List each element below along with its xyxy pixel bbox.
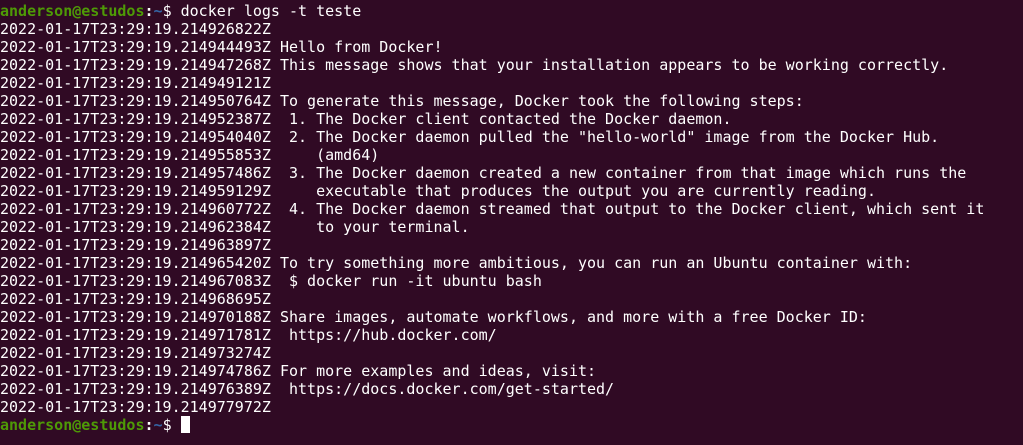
log-line: 2022-01-17T23:29:19.214965420Z To try so… (0, 254, 913, 272)
log-line: 2022-01-17T23:29:19.214976389Z https://d… (0, 380, 615, 398)
prompt-separator: : (144, 416, 154, 434)
log-line: 2022-01-17T23:29:19.214957486Z 3. The Do… (0, 164, 967, 182)
command-line: anderson@estudos:~$ docker logs -t teste (0, 2, 1023, 20)
prompt-path: ~ (153, 2, 163, 20)
log-line: 2022-01-17T23:29:19.214952387Z 1. The Do… (0, 110, 732, 128)
active-prompt-line[interactable]: anderson@estudos:~$ (0, 416, 1023, 434)
prompt-user-host: anderson@estudos (0, 2, 145, 20)
text-cursor (180, 416, 190, 433)
log-line: 2022-01-17T23:29:19.214968695Z (0, 290, 271, 308)
prompt-symbol: $ (162, 2, 181, 20)
log-line: 2022-01-17T23:29:19.214967083Z $ docker … (0, 272, 542, 290)
log-line: 2022-01-17T23:29:19.214962384Z to your t… (0, 218, 470, 236)
log-line: 2022-01-17T23:29:19.214926822Z (0, 20, 271, 38)
log-line: 2022-01-17T23:29:19.214947268Z This mess… (0, 56, 949, 74)
prompt-path: ~ (153, 416, 163, 434)
prompt-separator: : (144, 2, 154, 20)
log-line: 2022-01-17T23:29:19.214960772Z 4. The Do… (0, 200, 985, 218)
log-line: 2022-01-17T23:29:19.214977972Z (0, 398, 271, 416)
log-line: 2022-01-17T23:29:19.214974786Z For more … (0, 362, 597, 380)
log-line: 2022-01-17T23:29:19.214949121Z (0, 74, 271, 92)
terminal-window[interactable]: anderson@estudos:~$ docker logs -t teste… (0, 0, 1023, 445)
log-line: 2022-01-17T23:29:19.214970188Z Share ima… (0, 308, 867, 326)
log-line: 2022-01-17T23:29:19.214944493Z Hello fro… (0, 38, 443, 56)
log-line: 2022-01-17T23:29:19.214954040Z 2. The Do… (0, 128, 940, 146)
command-text: docker logs -t teste (180, 2, 362, 20)
log-line: 2022-01-17T23:29:19.214973274Z (0, 344, 271, 362)
prompt-symbol: $ (162, 416, 181, 434)
log-line: 2022-01-17T23:29:19.214963897Z (0, 236, 271, 254)
prompt-user-host: anderson@estudos (0, 416, 145, 434)
log-line: 2022-01-17T23:29:19.214950764Z To genera… (0, 92, 804, 110)
log-line: 2022-01-17T23:29:19.214959129Z executabl… (0, 182, 876, 200)
log-line: 2022-01-17T23:29:19.214971781Z https://h… (0, 326, 497, 344)
log-line: 2022-01-17T23:29:19.214955853Z (amd64) (0, 146, 380, 164)
